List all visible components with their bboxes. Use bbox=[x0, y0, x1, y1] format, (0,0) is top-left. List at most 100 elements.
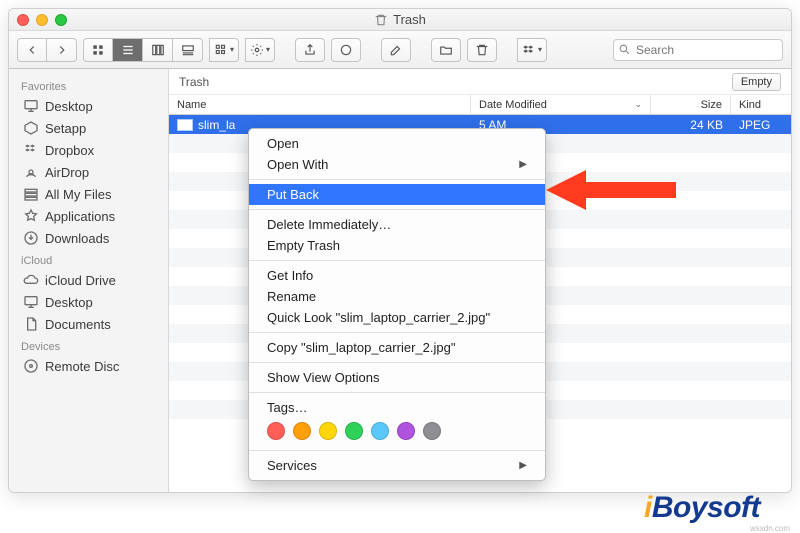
coverflow-view-button[interactable] bbox=[173, 38, 203, 62]
tag-blue[interactable] bbox=[371, 422, 389, 440]
sidebar-item-airdrop[interactable]: AirDrop bbox=[9, 161, 168, 183]
sidebar-item-label: Documents bbox=[45, 317, 111, 332]
window-title: Trash bbox=[374, 12, 426, 27]
cloud-icon bbox=[23, 272, 39, 288]
sidebar-item-label: Desktop bbox=[45, 295, 93, 310]
trash-icon bbox=[374, 13, 388, 27]
sidebar-item-applications[interactable]: Applications bbox=[9, 205, 168, 227]
arrange-button[interactable]: ▾ bbox=[209, 38, 239, 62]
action-button[interactable]: ▾ bbox=[245, 38, 275, 62]
menu-separator bbox=[249, 392, 545, 393]
menu-separator bbox=[249, 332, 545, 333]
sidebar-section-icloud: iCloud bbox=[9, 249, 168, 269]
search-wrap bbox=[613, 39, 783, 61]
close-button[interactable] bbox=[17, 14, 29, 26]
list-view-button[interactable] bbox=[113, 38, 143, 62]
search-input[interactable] bbox=[613, 39, 783, 61]
menu-rename[interactable]: Rename bbox=[249, 286, 545, 307]
tag-purple[interactable] bbox=[397, 422, 415, 440]
menu-separator bbox=[249, 209, 545, 210]
menu-separator bbox=[249, 179, 545, 180]
sidebar-section-devices: Devices bbox=[9, 335, 168, 355]
tag-red[interactable] bbox=[267, 422, 285, 440]
sidebar-section-favorites: Favorites bbox=[9, 75, 168, 95]
tag-yellow[interactable] bbox=[319, 422, 337, 440]
titlebar: Trash bbox=[9, 9, 791, 31]
empty-trash-button[interactable]: Empty bbox=[732, 73, 781, 91]
col-size[interactable]: Size bbox=[651, 95, 731, 114]
menu-services[interactable]: Services▶ bbox=[249, 455, 545, 476]
menu-copy[interactable]: Copy "slim_laptop_carrier_2.jpg" bbox=[249, 337, 545, 358]
sidebar-item-label: Desktop bbox=[45, 99, 93, 114]
sidebar-item-downloads[interactable]: Downloads bbox=[9, 227, 168, 249]
menu-separator bbox=[249, 260, 545, 261]
nav-buttons bbox=[17, 38, 77, 62]
col-date[interactable]: Date Modified⌄ bbox=[471, 95, 651, 114]
submenu-arrow-icon: ▶ bbox=[519, 159, 527, 170]
sidebar-item-label: All My Files bbox=[45, 187, 111, 202]
downloads-icon bbox=[23, 230, 39, 246]
sidebar: Favorites Desktop Setapp Dropbox AirDrop… bbox=[9, 69, 169, 492]
tag-green[interactable] bbox=[345, 422, 363, 440]
menu-tag-colors bbox=[249, 418, 545, 446]
file-thumbnail-icon bbox=[177, 119, 193, 131]
sidebar-item-documents[interactable]: Documents bbox=[9, 313, 168, 335]
sidebar-item-setapp[interactable]: Setapp bbox=[9, 117, 168, 139]
icon-view-button[interactable] bbox=[83, 38, 113, 62]
forward-button[interactable] bbox=[47, 38, 77, 62]
menu-delete-immediately[interactable]: Delete Immediately… bbox=[249, 214, 545, 235]
sidebar-item-label: Dropbox bbox=[45, 143, 94, 158]
menu-quick-look[interactable]: Quick Look "slim_laptop_carrier_2.jpg" bbox=[249, 307, 545, 328]
col-kind[interactable]: Kind bbox=[731, 95, 791, 114]
dropbox-icon bbox=[23, 142, 39, 158]
menu-tags[interactable]: Tags… bbox=[249, 397, 545, 418]
share-button[interactable] bbox=[295, 38, 325, 62]
watermark-sub: wsxdn.com bbox=[750, 524, 790, 533]
column-headers: Name Date Modified⌄ Size Kind bbox=[169, 95, 791, 115]
file-size: 24 KB bbox=[651, 118, 731, 132]
applications-icon bbox=[23, 208, 39, 224]
documents-icon bbox=[23, 316, 39, 332]
allfiles-icon bbox=[23, 186, 39, 202]
minimize-button[interactable] bbox=[36, 14, 48, 26]
sidebar-item-icloud-desktop[interactable]: Desktop bbox=[9, 291, 168, 313]
disc-icon bbox=[23, 358, 39, 374]
file-name: slim_la bbox=[198, 118, 235, 132]
box-icon bbox=[23, 120, 39, 136]
tag-orange[interactable] bbox=[293, 422, 311, 440]
col-name[interactable]: Name bbox=[169, 95, 471, 114]
menu-open[interactable]: Open bbox=[249, 133, 545, 154]
menu-open-with[interactable]: Open With▶ bbox=[249, 154, 545, 175]
desktop-icon bbox=[23, 98, 39, 114]
traffic-lights bbox=[17, 14, 67, 26]
zoom-button[interactable] bbox=[55, 14, 67, 26]
airdrop-icon bbox=[23, 164, 39, 180]
toolbar: ▾ ▾ ▾ bbox=[9, 31, 791, 69]
sidebar-item-remote-disc[interactable]: Remote Disc bbox=[9, 355, 168, 377]
edit-tags-button[interactable] bbox=[381, 38, 411, 62]
sidebar-item-label: Setapp bbox=[45, 121, 86, 136]
context-menu: Open Open With▶ Put Back Delete Immediat… bbox=[248, 128, 546, 481]
new-folder-button[interactable] bbox=[431, 38, 461, 62]
watermark-logo: iBoysoft bbox=[644, 491, 760, 525]
column-view-button[interactable] bbox=[143, 38, 173, 62]
tags-button[interactable] bbox=[331, 38, 361, 62]
tag-gray[interactable] bbox=[423, 422, 441, 440]
sidebar-item-label: Applications bbox=[45, 209, 115, 224]
dropbox-button[interactable]: ▾ bbox=[517, 38, 547, 62]
menu-separator bbox=[249, 450, 545, 451]
menu-empty-trash[interactable]: Empty Trash bbox=[249, 235, 545, 256]
back-button[interactable] bbox=[17, 38, 47, 62]
path-bar: Trash Empty bbox=[169, 69, 791, 95]
file-kind: JPEG bbox=[731, 118, 791, 132]
window-title-text: Trash bbox=[393, 12, 426, 27]
menu-put-back[interactable]: Put Back bbox=[249, 184, 545, 205]
sidebar-item-desktop[interactable]: Desktop bbox=[9, 95, 168, 117]
menu-show-view-options[interactable]: Show View Options bbox=[249, 367, 545, 388]
chevron-down-icon: ⌄ bbox=[634, 99, 642, 110]
sidebar-item-allfiles[interactable]: All My Files bbox=[9, 183, 168, 205]
menu-get-info[interactable]: Get Info bbox=[249, 265, 545, 286]
sidebar-item-dropbox[interactable]: Dropbox bbox=[9, 139, 168, 161]
sidebar-item-icloud[interactable]: iCloud Drive bbox=[9, 269, 168, 291]
delete-button[interactable] bbox=[467, 38, 497, 62]
